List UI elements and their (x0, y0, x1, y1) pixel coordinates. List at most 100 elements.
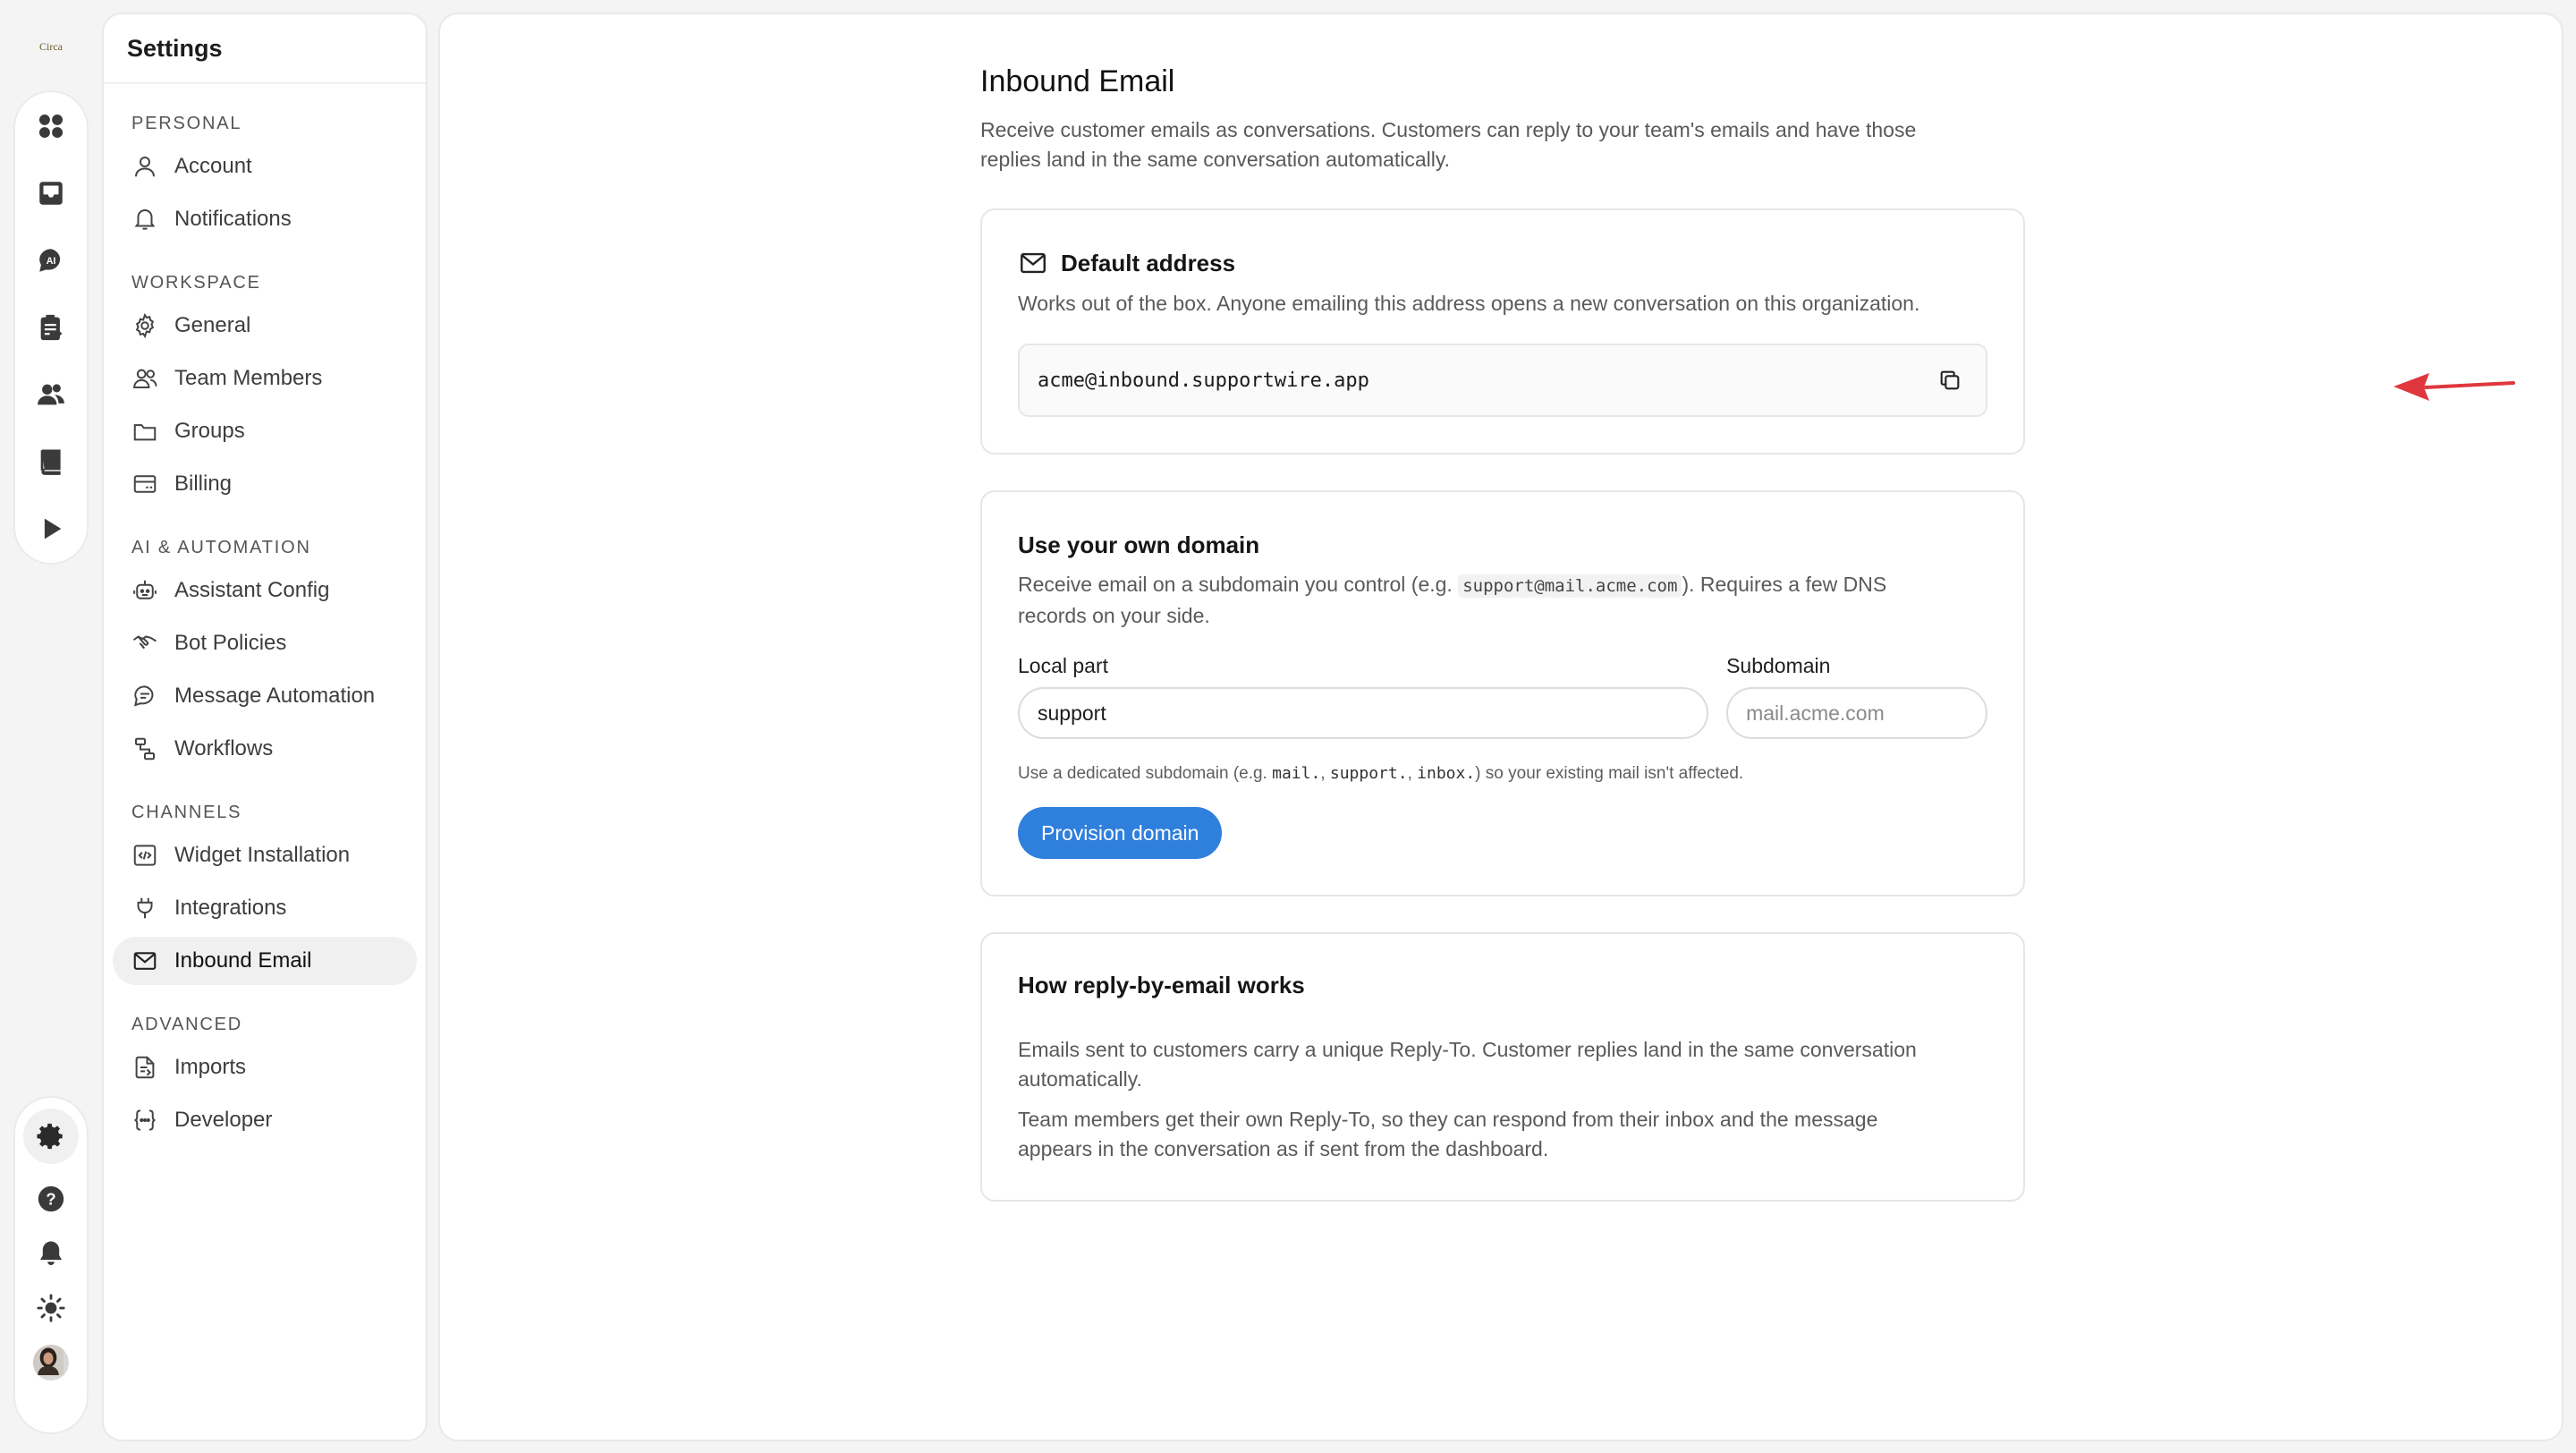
grid-icon (38, 114, 64, 139)
book-icon (40, 449, 61, 475)
sidebar-item-integrations[interactable]: Integrations (113, 884, 417, 932)
section-label-personal: PERSONAL (131, 114, 242, 133)
rail-theme-button[interactable] (25, 1288, 77, 1328)
how-it-works-card: How reply-by-email works Emails sent to … (980, 932, 2025, 1202)
rail-profile-button[interactable] (25, 1343, 77, 1382)
sidebar-item-label: Billing (174, 472, 233, 496)
sidebar-item-bot-policies[interactable]: Bot Policies (113, 619, 417, 667)
copy-icon (1940, 370, 1960, 390)
icon-rail: AI (13, 90, 89, 565)
how-it-works-paragraph-1: Emails sent to customers carry a unique … (1018, 1038, 1917, 1091)
sidebar-item-workflows[interactable]: Workflows (113, 725, 417, 773)
default-address-description: Works out of the box. Anyone emailing th… (1018, 292, 1920, 315)
page-description: Receive customer emails as conversations… (980, 118, 1917, 171)
sidebar-item-team-members[interactable]: Team Members (113, 354, 417, 403)
sidebar-item-label: Developer (174, 1108, 273, 1132)
sidebar-item-label: Integrations (174, 896, 287, 920)
how-it-works-title: How reply-by-email works (1018, 972, 1305, 998)
sidebar-item-widget-installation[interactable]: Widget Installation (113, 831, 417, 879)
subdomain-label: Subdomain (1726, 654, 1831, 677)
rail-inbox-button[interactable] (25, 174, 77, 213)
help-icon: ? (38, 1185, 64, 1212)
plug-icon (137, 897, 153, 919)
rail-dashboard-button[interactable] (25, 106, 77, 146)
settings-sidebar: Settings PERSONAL Account Notifications … (102, 13, 428, 1441)
sidebar-item-developer[interactable]: Developer (113, 1096, 417, 1144)
sidebar-item-imports[interactable]: Imports (113, 1043, 417, 1092)
subdomain-group: Subdomain (1726, 654, 1987, 739)
inbound-email-content: Inbound Email Receive customer emails as… (980, 50, 2025, 1202)
workflow-icon (135, 737, 155, 760)
main-panel: Inbound Email Receive customer emails as… (438, 13, 2563, 1441)
svg-text:AI: AI (47, 256, 56, 267)
code-icon (133, 845, 157, 866)
bot-icon (133, 580, 157, 599)
sidebar-item-label: General (174, 313, 251, 337)
subdomain-hint: Use a dedicated subdomain (e.g. mail., s… (1018, 764, 1987, 784)
sidebar-item-inbound-email[interactable]: Inbound Email (113, 937, 417, 985)
rail-ai-button[interactable]: AI (25, 241, 77, 280)
bell-icon (39, 1241, 63, 1266)
card-icon (133, 475, 157, 493)
app-logo[interactable]: Circa (33, 36, 69, 57)
sidebar-item-label: Inbound Email (174, 948, 312, 973)
users-icon (38, 384, 64, 405)
hint-separator: , (1320, 764, 1330, 783)
default-address-value[interactable]: acme@inbound.supportwire.app (1038, 370, 1369, 392)
rail-tasks-button[interactable] (25, 308, 77, 347)
copy-address-button[interactable] (1932, 362, 1968, 398)
inbox-icon (39, 182, 63, 205)
section-label-workspace: WORKSPACE (131, 273, 261, 293)
hint-code-support: support. (1329, 764, 1408, 783)
default-address-card: Default address Works out of the box. An… (980, 208, 2025, 455)
local-part-group: Local part (1018, 654, 1709, 739)
sidebar-item-label: Workflows (174, 736, 274, 760)
sidebar-item-groups[interactable]: Groups (113, 407, 417, 455)
icon-rail-bottom: ? (13, 1096, 89, 1434)
sidebar-item-notifications[interactable]: Notifications (113, 195, 417, 243)
rail-knowledge-button[interactable] (25, 442, 77, 481)
mail-icon (133, 952, 157, 970)
sidebar-title: Settings (104, 14, 426, 84)
hint-text: Use a dedicated subdomain (e.g. (1018, 764, 1273, 783)
hint-separator: , (1407, 764, 1418, 783)
section-label-advanced: ADVANCED (131, 1015, 243, 1034)
provision-domain-button[interactable]: Provision domain (1018, 807, 1223, 859)
message-icon (134, 685, 154, 707)
gear-icon (37, 1123, 63, 1150)
rail-contacts-button[interactable] (25, 375, 77, 414)
sidebar-item-label: Assistant Config (174, 578, 330, 602)
own-domain-description: Receive email on a subdomain you control… (1018, 570, 1948, 631)
own-domain-card: Use your own domain Receive email on a s… (980, 490, 2025, 896)
page-title: Inbound Email (980, 64, 1175, 98)
sidebar-item-label: Team Members (174, 366, 323, 390)
hint-code-mail: mail. (1272, 764, 1321, 783)
sidebar-item-general[interactable]: General (113, 302, 417, 350)
local-part-input[interactable] (1018, 687, 1709, 739)
default-address-title: Default address (1061, 249, 1236, 276)
sidebar-item-label: Notifications (174, 207, 292, 231)
section-label-channels: CHANNELS (131, 803, 242, 822)
sun-icon (37, 1294, 65, 1322)
sidebar-item-message-automation[interactable]: Message Automation (113, 672, 417, 720)
sidebar-item-assistant-config[interactable]: Assistant Config (113, 566, 417, 615)
clipboard-check-icon (40, 314, 63, 341)
rail-settings-button[interactable] (23, 1109, 79, 1164)
hint-code-inbox: inbox. (1417, 764, 1476, 783)
sidebar-item-billing[interactable]: Billing (113, 460, 417, 508)
rail-notifications-button[interactable] (25, 1234, 77, 1273)
how-it-works-paragraph-2: Team members get their own Reply-To, so … (1018, 1108, 1878, 1160)
team-icon (133, 369, 157, 388)
rail-run-button[interactable] (25, 509, 77, 548)
gear-icon (135, 312, 155, 339)
subdomain-input[interactable] (1726, 687, 1987, 739)
braces-icon (134, 1109, 156, 1131)
rail-help-button[interactable]: ? (25, 1179, 77, 1219)
play-icon (44, 518, 62, 540)
sidebar-item-account[interactable]: Account (113, 142, 417, 191)
hint-text: ) so your existing mail isn't affected. (1475, 764, 1744, 783)
ai-chat-icon: AI (39, 249, 61, 272)
handshake-icon (132, 635, 157, 650)
sidebar-item-label: Widget Installation (174, 843, 351, 867)
bell-icon (134, 209, 156, 230)
